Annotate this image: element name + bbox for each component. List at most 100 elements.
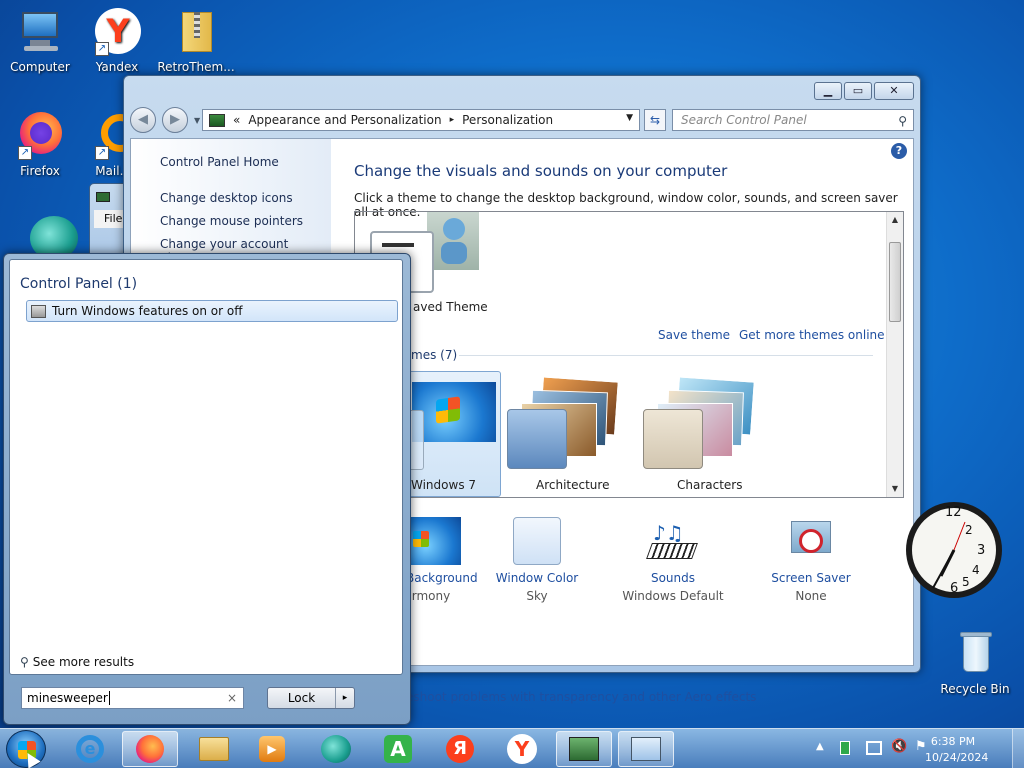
aero-themes-group-label: mes (7) [411, 348, 458, 362]
show-desktop-button[interactable] [1012, 729, 1024, 768]
breadcrumb-appearance[interactable]: Appearance and Personalization [248, 113, 441, 127]
window-color-title[interactable]: Window Color [482, 571, 592, 585]
maximize-button[interactable]: ▭ [844, 82, 872, 100]
theme-architecture[interactable] [505, 376, 625, 473]
svg-text:5: 5 [962, 575, 970, 589]
taskbar-media-player[interactable]: ▶ [244, 731, 300, 767]
taskbar: e ▶ A Я Y ▲ 🔇 ⚑ 6:38 PM 10/24/2024 [0, 728, 1024, 768]
search-input[interactable]: Search Control Panel ⚲ [672, 109, 914, 131]
show-hidden-icons[interactable]: ▲ [816, 741, 824, 752]
taskbar-a-app[interactable]: A [370, 731, 426, 767]
sidebar-change-mouse-pointers[interactable]: Change mouse pointers [160, 214, 303, 228]
taskbar-yandex[interactable]: Y [494, 731, 550, 767]
clock-face-icon: 12 3 6 2 4 5 [906, 502, 1002, 598]
search-result-item[interactable]: Turn Windows features on or off [26, 300, 398, 322]
sounds-setting[interactable]: ♪♫ Sounds Windows Default [618, 517, 728, 603]
minimize-button[interactable]: ▁ [814, 82, 842, 100]
tray-clock[interactable]: 6:38 PM 10/24/2024 [925, 734, 988, 766]
taskbar-yandex-browser[interactable]: Я [432, 731, 488, 767]
sidebar-change-desktop-icons[interactable]: Change desktop icons [160, 191, 293, 205]
theme-list[interactable]: aved Theme Save theme Get more themes on… [354, 211, 904, 498]
screen-saver-icon [787, 517, 835, 565]
lock-button[interactable]: Lock ▸ [267, 687, 355, 709]
taskbar-globe-app[interactable] [308, 731, 364, 767]
lock-button-label[interactable]: Lock [268, 688, 336, 708]
desktop-icon-firefox[interactable]: ↗ Firefox [0, 112, 80, 178]
clear-search-icon[interactable]: × [227, 688, 237, 708]
desktop-icon-label: RetroThem... [157, 60, 235, 74]
save-theme-link[interactable]: Save theme [658, 328, 730, 342]
desktop-icon-label: Firefox [20, 164, 60, 178]
sidebar-control-panel-home[interactable]: Control Panel Home [160, 155, 279, 169]
back-button[interactable]: ◀ [130, 107, 156, 133]
scroll-up-icon[interactable]: ▲ [887, 212, 903, 228]
svg-text:2: 2 [965, 523, 973, 537]
desktop-icon-recycle-bin[interactable]: Recycle Bin [935, 630, 1015, 696]
start-search-input[interactable]: minesweeper × [21, 687, 244, 709]
forward-button[interactable]: ▶ [162, 107, 188, 133]
taskbar-control-panel[interactable] [618, 731, 674, 767]
scroll-down-icon[interactable]: ▼ [887, 481, 903, 497]
screen-saver-sub: None [795, 589, 827, 603]
desktop-icon-computer[interactable]: Computer [0, 8, 80, 74]
refresh-button[interactable]: ⇆ [644, 109, 666, 131]
taskbar-firefox[interactable] [122, 731, 178, 767]
saved-theme-preview[interactable] [427, 212, 479, 270]
character-icon [443, 218, 465, 240]
volume-muted-icon[interactable]: 🔇 [891, 739, 907, 754]
window-color-setting[interactable]: Window Color Sky [482, 517, 592, 603]
get-more-themes-link[interactable]: Get more themes online [739, 328, 885, 342]
recent-pages-chevron-icon[interactable]: ▼ [194, 116, 200, 125]
desktop-icon-label: Computer [10, 60, 70, 74]
window-app-icon [96, 192, 110, 202]
desktop-icon-yandex[interactable]: Y ↗ Yandex [77, 8, 157, 74]
address-dropdown-icon[interactable]: ▼ [626, 113, 633, 123]
theme-label-windows-7: Windows 7 [411, 478, 477, 492]
search-results-pane: Control Panel (1) Turn Windows features … [9, 259, 403, 675]
theme-list-scrollbar[interactable]: ▲ ▼ [886, 212, 903, 497]
help-icon[interactable]: ? [891, 143, 907, 159]
breadcrumb-personalization[interactable]: Personalization [462, 113, 553, 127]
address-bar[interactable]: « Appearance and Personalization ▸ Perso… [202, 109, 640, 131]
svg-text:3: 3 [977, 543, 985, 558]
close-button[interactable]: ✕ [874, 82, 914, 100]
app-window-icon [569, 737, 599, 761]
computer-icon [16, 8, 64, 56]
window-color-swatch [513, 517, 561, 565]
results-category-heading[interactable]: Control Panel (1) [20, 276, 137, 292]
theme-label-characters: Characters [677, 478, 743, 492]
svg-text:6: 6 [950, 581, 958, 596]
screen-saver-setting[interactable]: Screen Saver None [756, 517, 866, 603]
taskbar-internet-explorer[interactable]: e [62, 731, 118, 767]
taskbar-explorer[interactable] [186, 731, 242, 767]
windows-features-icon [31, 304, 46, 318]
control-panel-icon [631, 737, 661, 761]
yandex-browser-icon: Я [446, 735, 474, 763]
clock-gadget[interactable]: 12 3 6 2 4 5 [905, 486, 1003, 614]
shutdown-options-arrow-icon[interactable]: ▸ [336, 688, 354, 708]
main-panel: ? Change the visuals and sounds on your … [331, 139, 913, 704]
yandex-icon: Y ↗ [93, 8, 141, 56]
window-controls: ▁ ▭ ✕ [814, 82, 914, 100]
battery-icon[interactable] [840, 741, 850, 755]
network-icon[interactable] [866, 741, 882, 755]
search-placeholder: Search Control Panel [681, 113, 807, 127]
breadcrumb-overflow[interactable]: « [233, 113, 240, 127]
folder-icon [199, 737, 229, 761]
see-more-results-link[interactable]: ⚲ See more results [20, 655, 134, 669]
theme-characters[interactable] [641, 376, 763, 473]
search-icon[interactable]: ⚲ [898, 111, 907, 131]
screen-saver-title[interactable]: Screen Saver [756, 571, 866, 585]
windows-7-wallpaper-preview [412, 382, 496, 442]
aero-troubleshoot-link[interactable]: eshoot problems with transparency and ot… [406, 690, 756, 704]
tray-time: 6:38 PM [930, 735, 976, 748]
taskbar-app-window[interactable] [556, 731, 612, 767]
desktop-icon-retrothemes[interactable]: RetroThem... [154, 8, 238, 74]
desktop-background-preview [403, 517, 461, 565]
scroll-thumb[interactable] [889, 242, 901, 322]
recycle-bin-icon [951, 630, 999, 678]
sounds-title[interactable]: Sounds [618, 571, 728, 585]
saved-theme-label[interactable]: aved Theme [413, 300, 488, 314]
group-divider [459, 355, 873, 356]
breadcrumb-separator[interactable]: ▸ [450, 115, 455, 125]
